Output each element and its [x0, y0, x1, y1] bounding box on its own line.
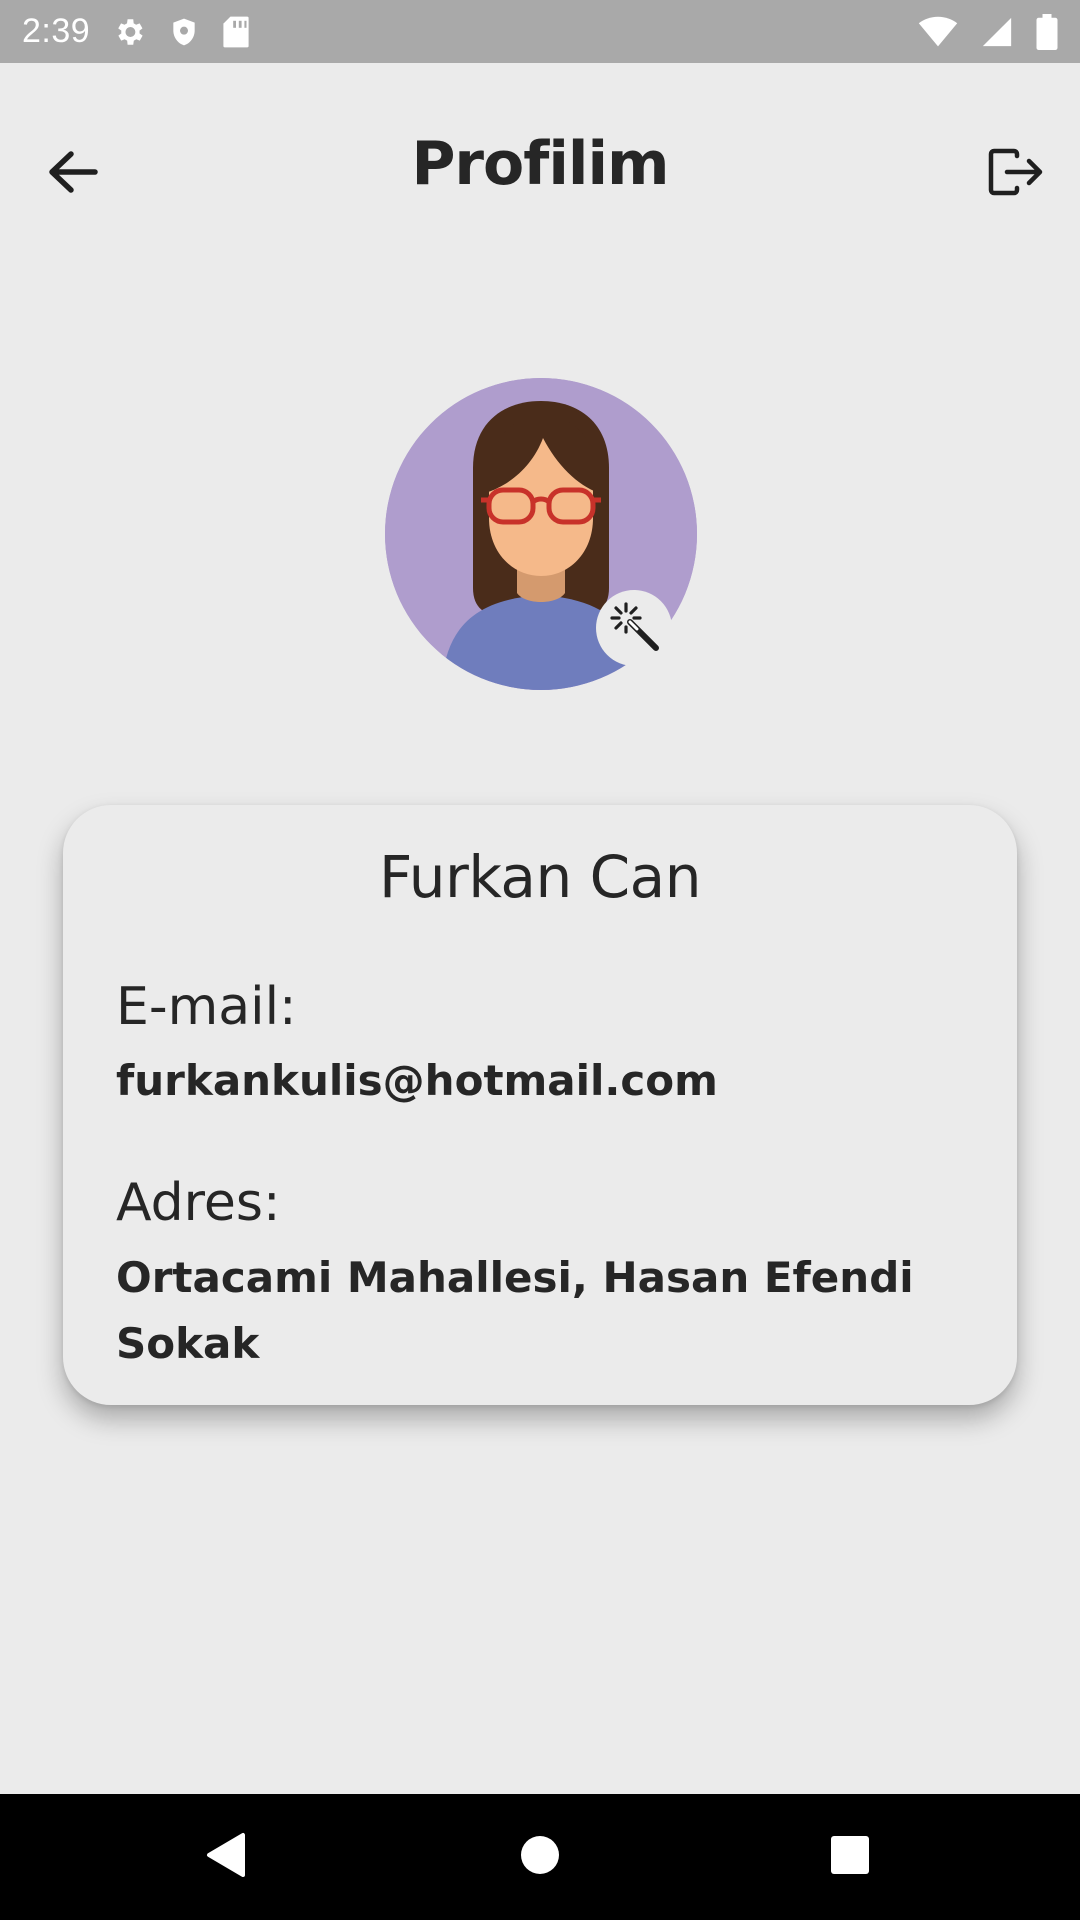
profile-card: Furkan Can E-mail: furkankulis@hotmail.c…	[63, 805, 1017, 1405]
status-bar: 2:39	[0, 0, 1080, 63]
gear-icon	[112, 15, 146, 49]
edit-avatar-button[interactable]	[596, 590, 672, 666]
home-circle-icon	[519, 1834, 561, 1880]
magic-wand-icon	[604, 596, 664, 660]
nav-home-button[interactable]	[505, 1822, 575, 1892]
wifi-icon	[918, 16, 958, 48]
cellular-signal-icon	[980, 15, 1014, 49]
nav-recents-button[interactable]	[815, 1822, 885, 1892]
page-title: Profilim	[411, 129, 669, 199]
address-value: Ortacami Mahallesi, Hasan Efendi Sokak	[116, 1253, 914, 1368]
nav-back-button[interactable]	[190, 1822, 260, 1892]
email-value: furkankulis@hotmail.com	[116, 1056, 718, 1105]
back-triangle-icon	[203, 1831, 247, 1883]
battery-icon	[1036, 13, 1058, 50]
shield-icon	[168, 15, 200, 49]
avatar-container	[385, 378, 697, 690]
status-left-group: 2:39	[22, 12, 250, 51]
sd-card-icon	[222, 15, 250, 49]
app-bar: Profilim	[0, 63, 1080, 273]
address-label: Adres:	[116, 1173, 281, 1233]
system-nav-bar	[0, 1794, 1080, 1920]
status-right-group	[918, 13, 1058, 50]
logout-button[interactable]	[978, 139, 1052, 209]
logout-icon	[987, 148, 1043, 200]
user-name: Furkan Can	[379, 843, 701, 911]
email-label: E-mail:	[116, 977, 297, 1037]
status-time: 2:39	[22, 12, 91, 50]
recents-square-icon	[829, 1834, 871, 1880]
